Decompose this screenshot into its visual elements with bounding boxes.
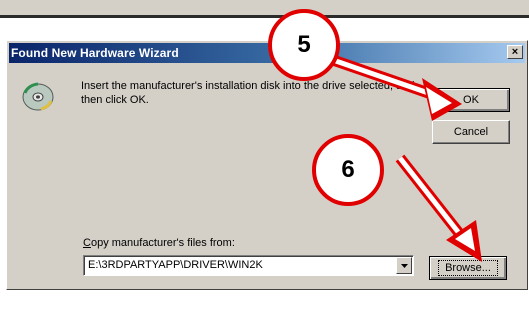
arrow-to-ok [331, 54, 462, 121]
arrow-to-browse [395, 154, 482, 262]
step-6-marker: 6 [312, 134, 384, 206]
step-5-marker: 5 [268, 9, 340, 81]
annotation-arrows [331, 54, 482, 262]
